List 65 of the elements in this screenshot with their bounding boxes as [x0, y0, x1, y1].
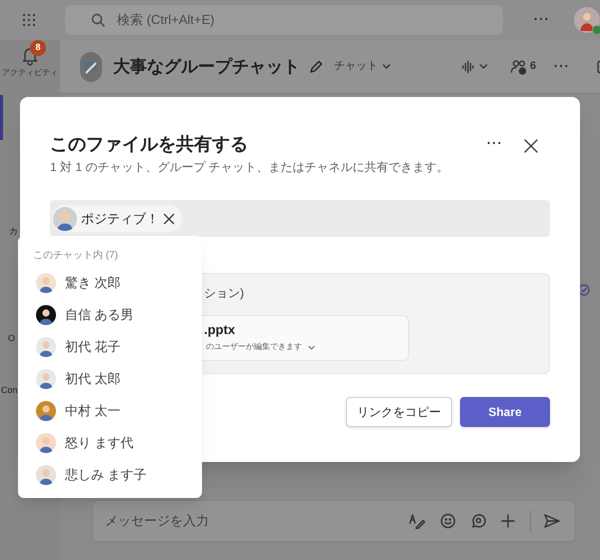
suggestion-item[interactable]: 自信 ある男 [18, 299, 202, 331]
avatar-icon [53, 206, 77, 230]
person-name: 自信 ある男 [65, 306, 134, 324]
remove-icon[interactable] [163, 212, 175, 224]
recipient-name: ポジティブ！ [81, 210, 159, 228]
search-field[interactable]: 検索 (Ctrl+Alt+E) [65, 5, 504, 35]
recipient-field[interactable]: ポジティブ！ [50, 200, 550, 237]
chevron-down-icon[interactable] [308, 344, 315, 350]
more-button[interactable]: ⋯ [533, 12, 550, 28]
profile-avatar-icon[interactable] [574, 7, 600, 33]
person-name: 怒り ます代 [65, 434, 134, 452]
dialog-subtitle: 1 対 1 のチャット、グループ チャット、またはチャネルに共有できます。 [50, 159, 449, 176]
avatar-icon [36, 401, 56, 421]
notification-badge: 8 [30, 40, 46, 56]
person-name: 悲しみ ます子 [65, 466, 147, 484]
share-button[interactable]: Share [460, 397, 550, 427]
person-name: 中村 太一 [65, 402, 121, 420]
rail-label[interactable]: O [8, 332, 16, 346]
suggestion-item[interactable]: 怒り ます代 [18, 427, 202, 459]
chevron-down-icon [382, 62, 391, 71]
avatar-icon [36, 273, 56, 293]
recipient-chip[interactable]: ポジティブ！ [52, 205, 182, 232]
call-button[interactable] [461, 60, 488, 74]
app-grid-icon[interactable] [21, 12, 37, 28]
person-name: 初代 花子 [65, 338, 121, 356]
copy-link-button[interactable]: リンクをコピー [346, 397, 452, 427]
suggestion-item[interactable]: 初代 花子 [18, 331, 202, 363]
check-circle-icon [578, 284, 590, 296]
more-button[interactable]: ⋯ [486, 136, 502, 152]
avatar-icon [36, 337, 56, 357]
suggestion-item[interactable]: 悲しみ ます子 [18, 459, 202, 491]
avatar-icon [36, 433, 56, 453]
person-name: 初代 太郎 [65, 370, 121, 388]
search-icon [91, 13, 105, 27]
rail-label[interactable]: Con [1, 384, 18, 398]
section-label: ション) [204, 285, 244, 302]
chevron-down-icon [479, 62, 488, 71]
file-name: .pptx [204, 321, 236, 339]
permission-text[interactable]: のユーザーが編集できます [206, 341, 302, 353]
suggestion-item[interactable]: 中村 太一 [18, 395, 202, 427]
dialog-title: このファイルを共有する [50, 133, 248, 156]
suggestion-item[interactable]: 初代 太郎 [18, 363, 202, 395]
chat-title: 大事なグループチャット [113, 56, 300, 78]
chat-bubble-icon[interactable] [470, 513, 486, 529]
menu-heading: このチャット内 (7) [33, 248, 119, 263]
avatar-icon [36, 369, 56, 389]
emoji-icon[interactable] [440, 513, 456, 529]
participants-button[interactable]: 6 [510, 58, 536, 75]
more-button[interactable]: ⋯ [553, 58, 570, 74]
format-icon[interactable] [408, 513, 426, 529]
rail-label[interactable]: カ [9, 225, 18, 238]
person-name: 驚き 次郎 [65, 274, 121, 292]
avatar-icon [36, 305, 56, 325]
close-icon[interactable] [523, 138, 539, 154]
avatar-icon [36, 465, 56, 485]
people-add-icon [510, 58, 528, 74]
audio-wave-icon [461, 60, 475, 74]
plus-icon[interactable] [500, 513, 516, 529]
suggestion-item[interactable]: 驚き 次郎 [18, 267, 202, 299]
group-avatar-icon [80, 52, 102, 82]
message-input-field[interactable]: メッセージを入力 [92, 500, 576, 542]
pencil-icon[interactable] [308, 58, 324, 74]
rail-label[interactable]: アクティビティ [2, 67, 58, 79]
send-icon[interactable] [543, 513, 561, 529]
chat-tab[interactable]: チャット [334, 58, 391, 75]
